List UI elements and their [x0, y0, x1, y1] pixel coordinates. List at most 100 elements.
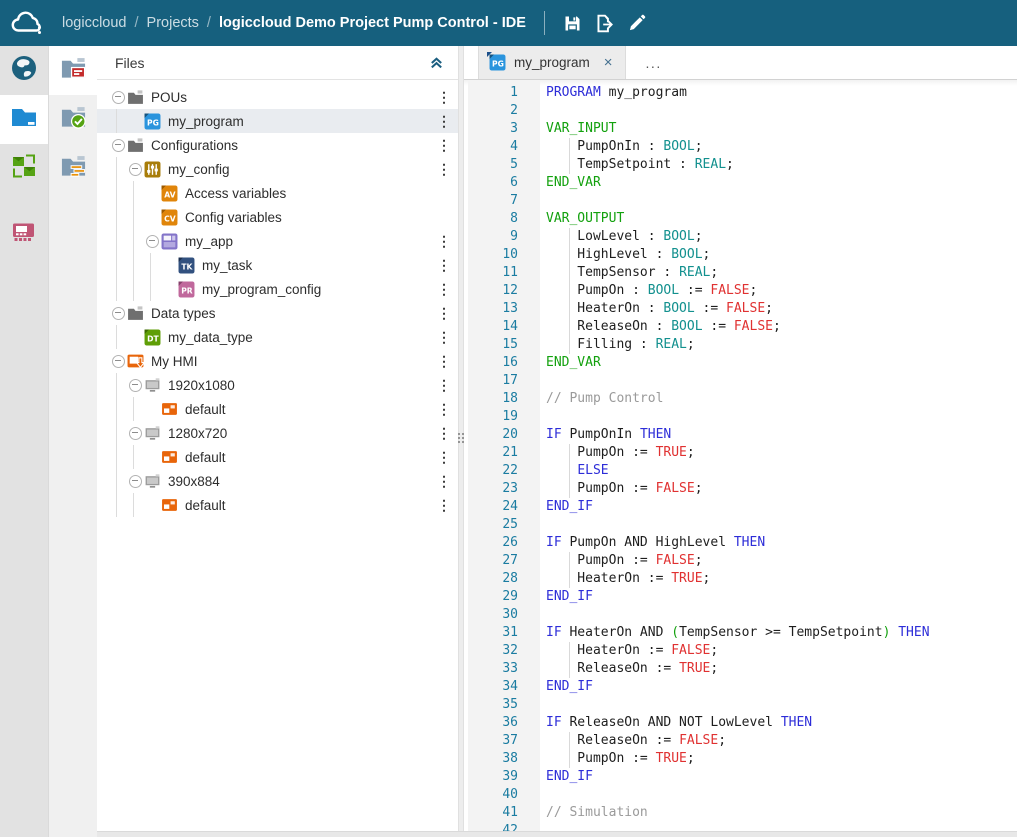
indent-guide — [569, 552, 570, 570]
kebab-menu-icon[interactable]: ⋮ — [436, 325, 452, 349]
tree-row-config-variables[interactable]: CVConfig variables — [97, 205, 458, 229]
collapse-toggle-icon[interactable] — [109, 304, 127, 322]
tree-row-my-program-config[interactable]: PRmy_program_config⋮ — [97, 277, 458, 301]
kebab-menu-icon[interactable]: ⋮ — [436, 445, 452, 469]
collapse-panel-button[interactable] — [429, 55, 444, 70]
breadcrumb-segment[interactable]: Projects — [147, 15, 199, 31]
code-line: 19 — [464, 408, 1017, 426]
tree-row-390x884[interactable]: 390x884⋮ — [97, 469, 458, 493]
kebab-menu-icon[interactable]: ⋮ — [436, 301, 452, 325]
code-line: 4 PumpOnIn : BOOL; — [464, 138, 1017, 156]
tree-guide-line — [133, 277, 134, 301]
code-text: HeaterOn := TRUE; — [546, 570, 1017, 588]
tree-item-label: 1280x720 — [168, 426, 227, 441]
tree-row-data-types[interactable]: Data types⋮ — [97, 301, 458, 325]
code-line: 20IF PumpOnIn THEN — [464, 426, 1017, 444]
tree-row-my-data-type[interactable]: DTmy_data_type⋮ — [97, 325, 458, 349]
line-number: 13 — [468, 300, 540, 318]
kebab-menu-icon[interactable]: ⋮ — [436, 229, 452, 253]
code-line: 38 PumpOn := TRUE; — [464, 750, 1017, 768]
tree-row-my-config[interactable]: my_config⋮ — [97, 157, 458, 181]
tree-row-pous[interactable]: POUs ⋮ — [97, 85, 458, 109]
tree-row-access-variables[interactable]: AVAccess variables — [97, 181, 458, 205]
line-number: 26 — [468, 534, 540, 552]
tree-row-default[interactable]: default⋮ — [97, 397, 458, 421]
collapse-toggle-icon[interactable] — [126, 472, 144, 490]
kebab-menu-icon[interactable]: ⋮ — [436, 109, 452, 133]
code-text: ReleaseOn := TRUE; — [546, 660, 1017, 678]
activity-item-folder-check[interactable] — [49, 95, 97, 144]
kebab-menu-icon[interactable]: ⋮ — [436, 469, 452, 493]
code-line: 35 — [464, 696, 1017, 714]
tree-item-label: POUs — [151, 90, 187, 105]
tab-overflow-menu[interactable]: ... — [646, 46, 662, 79]
activity-item-packages[interactable] — [0, 144, 48, 193]
tree-guide-line — [133, 445, 134, 469]
collapse-toggle-icon[interactable] — [126, 424, 144, 442]
kebab-menu-icon[interactable]: ⋮ — [436, 253, 452, 277]
tree-guide-line — [133, 205, 134, 229]
code-text: END_VAR — [546, 174, 1017, 192]
code-text: HighLevel : BOOL; — [546, 246, 1017, 264]
tree-row-my-program[interactable]: PGmy_program⋮ — [97, 109, 458, 133]
collapse-toggle-icon[interactable] — [126, 160, 144, 178]
tree-row-default[interactable]: default⋮ — [97, 445, 458, 469]
activity-item-hmi-device[interactable] — [0, 210, 48, 259]
kebab-menu-icon[interactable]: ⋮ — [436, 349, 452, 373]
code-area[interactable]: 1PROGRAM my_program23VAR_INPUT4 PumpOnIn… — [464, 80, 1017, 831]
collapse-toggle-icon[interactable] — [143, 232, 161, 250]
tree-row-configurations[interactable]: Configurations⋮ — [97, 133, 458, 157]
kebab-menu-icon[interactable]: ⋮ — [436, 493, 452, 517]
collapse-toggle-icon[interactable] — [109, 136, 127, 154]
close-tab-icon[interactable]: × — [604, 55, 613, 70]
activity-item-folder-screen[interactable] — [49, 46, 97, 95]
tree-row-1920x1080[interactable]: 1920x1080⋮ — [97, 373, 458, 397]
kebab-menu-icon[interactable]: ⋮ — [436, 397, 452, 421]
line-number: 31 — [468, 624, 540, 642]
activity-item-folder-list[interactable] — [49, 144, 97, 193]
indent-guide — [569, 570, 570, 588]
kebab-menu-icon[interactable]: ⋮ — [436, 85, 452, 109]
kebab-menu-icon[interactable]: ⋮ — [436, 277, 452, 301]
toolbar-divider — [544, 11, 545, 35]
collapse-toggle-icon[interactable] — [109, 88, 127, 106]
tree-row-my-task[interactable]: TKmy_task⋮ — [97, 253, 458, 277]
code-text: ReleaseOn : BOOL := FALSE; — [546, 318, 1017, 336]
edit-button[interactable] — [621, 7, 653, 39]
breadcrumb-segment[interactable]: logiccloud — [62, 15, 127, 31]
collapse-toggle-icon[interactable] — [126, 376, 144, 394]
line-number: 33 — [468, 660, 540, 678]
svg-text:PG: PG — [492, 59, 504, 68]
activity-item-folder-blue[interactable] — [0, 95, 48, 144]
svg-text:DT: DT — [147, 334, 159, 343]
line-number: 8 — [468, 210, 540, 228]
collapse-toggle-icon[interactable] — [109, 352, 127, 370]
kebab-menu-icon[interactable]: ⋮ — [436, 421, 452, 445]
kebab-menu-icon[interactable]: ⋮ — [436, 157, 452, 181]
save-button[interactable] — [557, 7, 589, 39]
code-text — [546, 372, 1017, 390]
folder-blue-icon — [9, 102, 39, 137]
editor-tab-my_program[interactable]: PGmy_program× — [478, 46, 626, 79]
line-number: 38 — [468, 750, 540, 768]
splitter-drag-handle-icon[interactable] — [459, 433, 463, 443]
activity-item-globe[interactable] — [0, 46, 48, 95]
breadcrumb: logiccloud/Projects/logiccloud Demo Proj… — [62, 15, 526, 31]
kebab-menu-icon[interactable]: ⋮ — [436, 373, 452, 397]
export-button[interactable] — [589, 7, 621, 39]
tree-guide-line — [116, 421, 117, 445]
line-number: 16 — [468, 354, 540, 372]
code-text: PROGRAM my_program — [546, 84, 1017, 102]
line-number: 34 — [468, 678, 540, 696]
kebab-menu-icon[interactable]: ⋮ — [436, 133, 452, 157]
tree-row-1280x720[interactable]: 1280x720 ⋮ — [97, 421, 458, 445]
code-text: HeaterOn : BOOL := FALSE; — [546, 300, 1017, 318]
tree-row-default[interactable]: default⋮ — [97, 493, 458, 517]
line-number: 9 — [468, 228, 540, 246]
code-line: 9 LowLevel : BOOL; — [464, 228, 1017, 246]
tree-guide-line — [116, 157, 117, 181]
code-line: 24END_IF — [464, 498, 1017, 516]
indent-guide — [569, 480, 570, 498]
tree-row-my-hmi[interactable]: My HMI⋮ — [97, 349, 458, 373]
tree-row-my-app[interactable]: my_app⋮ — [97, 229, 458, 253]
